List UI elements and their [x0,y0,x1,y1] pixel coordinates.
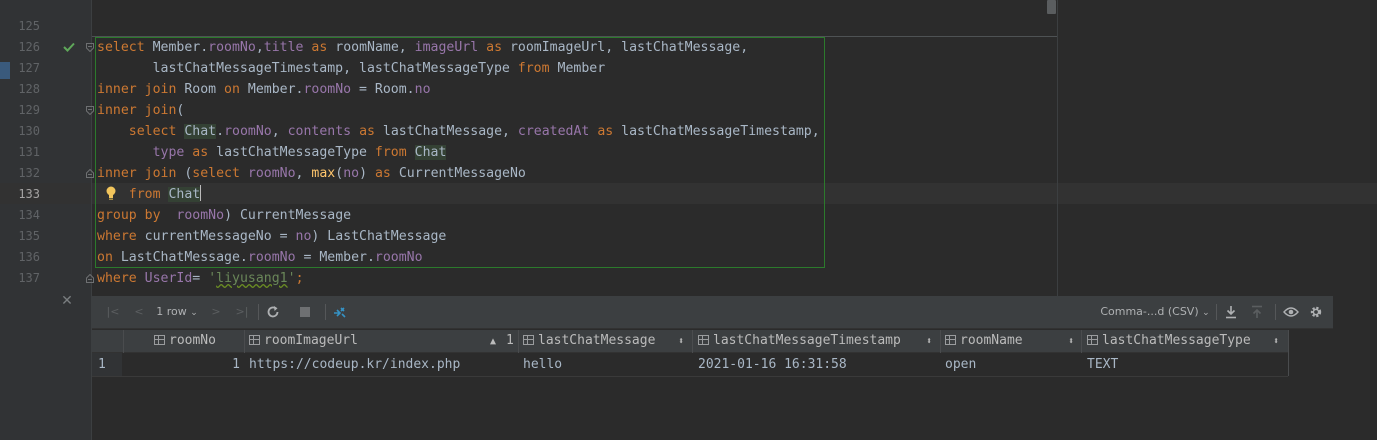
sort-toggle-icon[interactable]: ⬍ [1068,336,1074,347]
column-header-label: lastChatMessageType [1102,333,1251,348]
toolbar-separator [258,304,259,320]
column-icon [523,335,534,345]
editor-scrollbar-thumb[interactable] [1047,0,1056,14]
code-line-135: where currentMessageNo = no) LastChatMes… [97,229,447,244]
column-header-label: roomNo [169,333,216,348]
line-number: 128 [18,82,40,96]
last-page-button[interactable]: >| [232,302,252,322]
column-header-lastChatMessageTimestamp[interactable]: lastChatMessageTimestamp [698,330,901,352]
code-line-137: where UserId= 'liyusang1'; [97,271,304,286]
upload-icon[interactable] [1250,302,1268,322]
fold-toggle-icon[interactable] [86,106,94,115]
rows-count-label: 1 row [156,305,187,318]
column-icon [1087,335,1098,345]
code-line-136: on LastChatMessage.roomNo = Member.roomN… [97,250,423,265]
sort-toggle-icon[interactable]: ⬍ [926,336,932,347]
gear-icon[interactable] [1309,302,1327,322]
line-number: 130 [18,124,40,138]
export-format-label: Comma-...d (CSV) [1100,305,1199,318]
right-margin-guide [1057,0,1058,296]
code-line-130: select Chat.roomNo, contents as lastChat… [128,124,820,139]
fold-toggle-icon[interactable] [86,169,94,178]
column-header-lastChatMessage[interactable]: lastChatMessage [523,330,655,352]
pin-tab-icon[interactable] [332,302,352,322]
code-line-129: inner join( [97,103,185,118]
column-header-label: roomImageUrl [264,333,358,348]
cell-lastChatMessageTimestamp[interactable]: 2021-01-16 16:31:58 [698,354,847,375]
column-icon [154,335,165,345]
column-icon [945,335,956,345]
column-header-label: lastChatMessage [538,333,656,348]
code-line-131: type as lastChatMessageType from Chat [152,145,447,160]
code-line-134: group by roomNo) CurrentMessage [97,208,352,223]
line-number: 127 [18,61,40,75]
column-header-lastChatMessageType[interactable]: lastChatMessageType [1087,330,1251,352]
code-line-126: select Member.roomNo,title as roomName, … [97,40,749,55]
line-number: 125 [18,19,40,33]
cell-roomNo[interactable]: 1 [128,354,240,375]
cell-roomName[interactable]: open [945,354,976,375]
column-separator [1288,330,1289,376]
line-number: 135 [18,229,40,243]
next-page-button[interactable]: > [208,302,224,322]
view-eye-icon[interactable] [1283,302,1301,322]
column-icon [249,335,260,345]
execution-success-check-icon [62,40,76,54]
sort-toggle-icon[interactable]: ⬍ [1273,336,1279,347]
column-icon [698,335,709,345]
close-results-icon[interactable]: ✕ [60,294,74,308]
line-number: 137 [18,271,40,285]
fold-toggle-icon[interactable] [86,43,94,52]
line-number: 134 [18,208,40,222]
line-number-active: 133 [18,187,40,201]
stop-icon[interactable] [299,302,317,322]
toolbar-separator [1216,304,1217,320]
column-header-label: lastChatMessageTimestamp [713,333,901,348]
line-number: 126 [18,40,40,54]
column-header-roomImageUrl[interactable]: roomImageUrl [249,330,358,352]
line-number: 131 [18,145,40,159]
fold-toggle-icon[interactable] [86,274,94,283]
rows-count-dropdown[interactable]: 1 row ⌄ [154,302,200,322]
cell-roomImageUrl[interactable]: https://codeup.kr/index.php [249,354,460,375]
toolbar-separator [325,304,326,320]
row-number[interactable]: 1 [92,353,122,376]
line-number: 129 [18,103,40,117]
sort-order-number: 1 [506,333,514,348]
cell-lastChatMessageType[interactable]: TEXT [1087,354,1118,375]
sort-toggle-icon[interactable]: ⬍ [678,336,684,347]
sort-ascending-icon[interactable]: ▲ [490,336,496,347]
prev-page-button[interactable]: < [131,302,147,322]
toolbar-separator [1275,304,1276,320]
code-line-127: lastChatMessageTimestamp, lastChatMessag… [97,61,606,76]
line-number: 136 [18,250,40,264]
first-page-button[interactable]: |< [105,302,121,322]
column-header-roomName[interactable]: roomName [945,330,1023,352]
code-line-132: inner join (select roomNo, max(no) as Cu… [97,166,526,181]
refresh-icon[interactable] [266,302,284,322]
column-header-roomNo[interactable]: roomNo [154,330,216,352]
export-format-dropdown[interactable]: Comma-...d (CSV) ⌄ [1100,302,1210,322]
chevron-down-icon: ⌄ [1202,308,1210,318]
code-line-133: from Chat [128,185,202,202]
chevron-down-icon: ⌄ [190,308,198,318]
code-line-128: inner join Room on Member.roomNo = Room.… [97,82,431,97]
cell-lastChatMessage[interactable]: hello [523,354,562,375]
download-icon[interactable] [1224,302,1242,322]
column-header-label: roomName [960,333,1023,348]
line-number: 132 [18,166,40,180]
